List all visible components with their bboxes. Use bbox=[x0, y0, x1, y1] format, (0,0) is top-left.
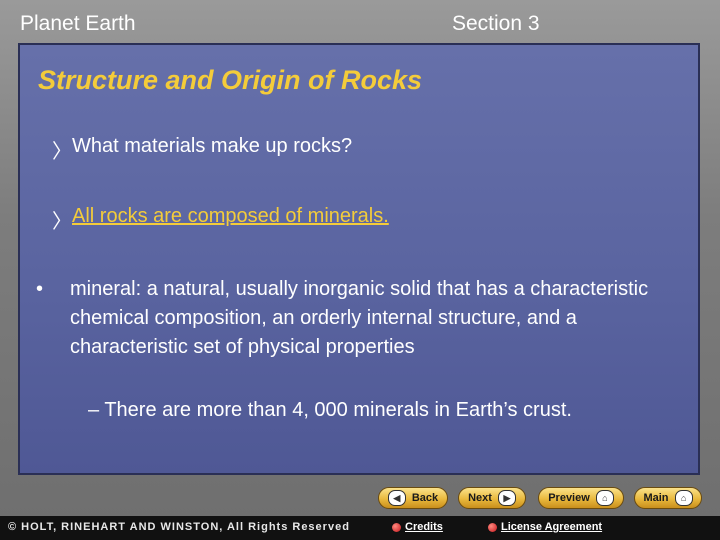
next-button[interactable]: Next ▶ bbox=[458, 487, 526, 509]
next-label: Next bbox=[468, 492, 492, 504]
bullet-dot-icon: • bbox=[36, 278, 44, 300]
bullet-dot-icon bbox=[392, 523, 401, 532]
chevron-left-icon: ◀ bbox=[387, 490, 406, 506]
back-button[interactable]: ◀ Back bbox=[378, 487, 448, 509]
copyright-text: © HOLT, RINEHART AND WINSTON, All Rights… bbox=[8, 521, 350, 533]
chevron-right-icon: ▶ bbox=[497, 490, 516, 506]
main-label: Main bbox=[643, 492, 669, 504]
bullet-dot-icon bbox=[488, 523, 497, 532]
license-link[interactable]: License Agreement bbox=[501, 521, 602, 533]
answer-link[interactable]: All rocks are composed of minerals. bbox=[72, 205, 389, 228]
credits-link[interactable]: Credits bbox=[405, 521, 443, 533]
question-text: What materials make up rocks? bbox=[72, 135, 353, 157]
preview-label: Preview bbox=[548, 492, 590, 504]
main-button[interactable]: Main ⌂ bbox=[634, 487, 702, 509]
preview-button[interactable]: Preview ⌂ bbox=[538, 487, 624, 509]
sub-point-text: – There are more than 4, 000 minerals in… bbox=[88, 399, 572, 421]
back-label: Back bbox=[411, 492, 439, 504]
chevron-right-icon: 〉 bbox=[52, 141, 72, 163]
definition-text: mineral: a natural, usually inorganic so… bbox=[70, 278, 649, 358]
chevron-right-icon: 〉 bbox=[52, 211, 72, 233]
slide-title: Structure and Origin of Rocks bbox=[38, 65, 423, 95]
home-icon: ⌂ bbox=[595, 490, 614, 506]
slide-panel: Structure and Origin of Rocks 〉 What mat… bbox=[18, 43, 700, 475]
footer-bar: © HOLT, RINEHART AND WINSTON, All Rights… bbox=[0, 516, 720, 540]
chapter-label: Planet Earth bbox=[20, 12, 136, 35]
section-label: Section 3 bbox=[452, 12, 540, 35]
home-icon: ⌂ bbox=[674, 490, 693, 506]
